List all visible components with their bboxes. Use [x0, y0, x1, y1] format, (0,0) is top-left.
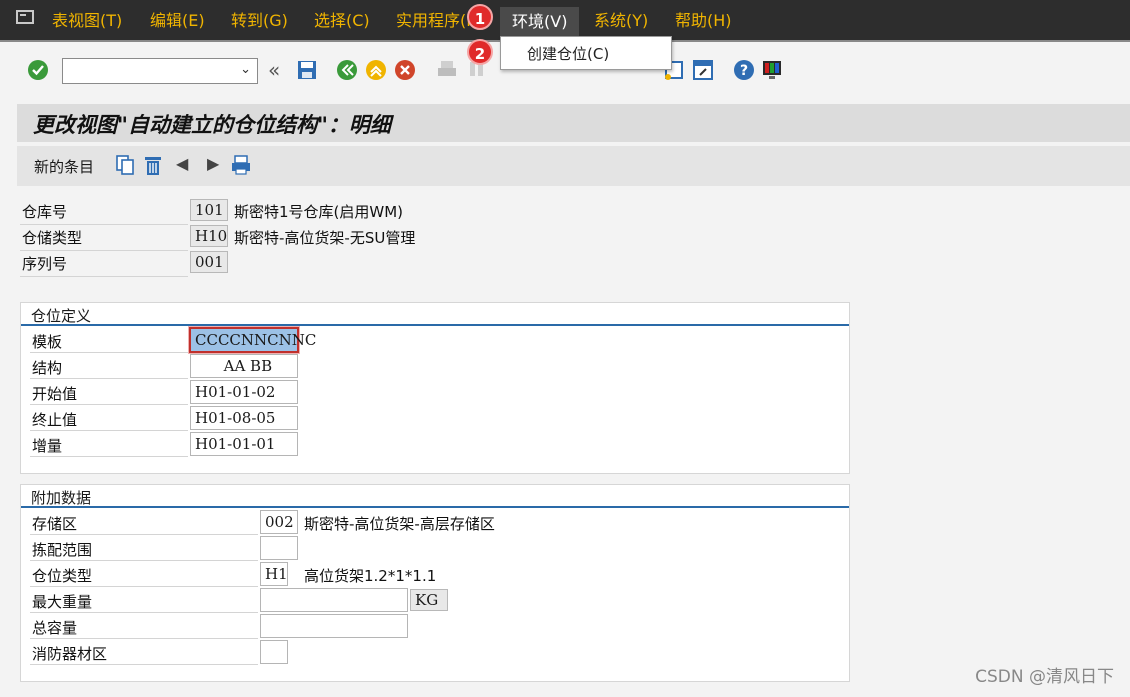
cancel-icon[interactable]: [394, 59, 416, 81]
new-entries-button[interactable]: 新的条目: [34, 156, 94, 177]
fire-area-label: 消防器材区: [32, 645, 108, 663]
storage-type-label: 仓储类型: [22, 229, 83, 247]
help-icon[interactable]: ?: [733, 59, 755, 81]
prev-icon[interactable]: ◀: [176, 154, 188, 173]
increment-input[interactable]: H01-01-01: [190, 432, 298, 456]
warehouse-desc: 斯密特1号仓库(启用WM): [234, 203, 404, 221]
max-weight-input[interactable]: [260, 588, 408, 612]
print-icon[interactable]: [436, 59, 458, 81]
command-field[interactable]: ⌄: [62, 58, 258, 84]
page-title: 更改视图"自动建立的仓位结构"：明细: [33, 112, 391, 137]
bin-type-label: 仓位类型: [32, 567, 93, 585]
environment-dropdown: 创建仓位(C): [500, 36, 672, 70]
svg-text:?: ?: [740, 63, 748, 79]
sequence-value: 001: [190, 251, 228, 273]
title-bar: 更改视图"自动建立的仓位结构"：明细: [17, 104, 1130, 142]
save-icon[interactable]: [296, 59, 318, 81]
next-icon[interactable]: ▶: [207, 154, 219, 173]
start-value-input[interactable]: H01-01-02: [190, 380, 298, 404]
layout-icon[interactable]: [761, 59, 783, 81]
storage-section-input[interactable]: 002: [260, 510, 298, 534]
bin-type-desc: 高位货架1.2*1*1.1: [304, 567, 437, 585]
menu-help[interactable]: 帮助(H): [675, 8, 732, 34]
template-label: 模板: [32, 333, 63, 351]
max-weight-unit: KG: [410, 589, 448, 611]
copy-icon[interactable]: [114, 154, 136, 176]
sequence-label: 序列号: [22, 255, 68, 273]
warehouse-value: 101: [190, 199, 228, 221]
delete-icon[interactable]: [142, 154, 164, 176]
chevron-down-icon[interactable]: ⌄: [240, 62, 251, 77]
max-weight-label: 最大重量: [32, 593, 93, 611]
step-badge-1: 1: [467, 4, 493, 30]
menu-environment[interactable]: 环境(V): [500, 7, 580, 37]
menu-table-view[interactable]: 表视图(T): [52, 8, 122, 34]
structure-input[interactable]: AA BB: [190, 354, 298, 378]
warehouse-label: 仓库号: [22, 203, 68, 221]
end-value-label: 终止值: [32, 411, 78, 429]
back-icon[interactable]: [336, 59, 358, 81]
menu-select[interactable]: 选择(C): [314, 8, 370, 34]
picking-area-input[interactable]: [260, 536, 298, 560]
storage-section-desc: 斯密特-高位货架-高层存储区: [304, 515, 495, 533]
end-value-input[interactable]: H01-08-05: [190, 406, 298, 430]
menu-system[interactable]: 系统(Y): [594, 8, 648, 34]
bin-definition-group: 仓位定义: [20, 302, 850, 474]
step-badge-2: 2: [467, 39, 493, 65]
total-capacity-input[interactable]: [260, 614, 408, 638]
template-input[interactable]: CCCCNNCNNC: [189, 327, 316, 353]
double-left-icon[interactable]: «: [268, 58, 280, 82]
additional-data-title: 附加数据: [31, 489, 92, 507]
shortcut-icon[interactable]: [692, 59, 714, 81]
total-capacity-label: 总容量: [32, 619, 78, 637]
bin-definition-title: 仓位定义: [31, 307, 92, 325]
sap-menu-icon[interactable]: [16, 10, 34, 24]
check-icon[interactable]: [27, 59, 49, 81]
exit-icon[interactable]: [365, 59, 387, 81]
picking-area-label: 拣配范围: [32, 541, 93, 559]
structure-label: 结构: [32, 359, 63, 377]
menu-goto[interactable]: 转到(G): [231, 8, 288, 34]
fire-area-input[interactable]: [260, 640, 288, 664]
bin-type-input[interactable]: H1: [260, 562, 288, 586]
watermark: CSDN @清风日下: [975, 667, 1114, 687]
storage-type-value: H10: [190, 225, 228, 247]
storage-section-label: 存储区: [32, 515, 78, 533]
storage-type-desc: 斯密特-高位货架-无SU管理: [234, 229, 416, 247]
start-value-label: 开始值: [32, 385, 78, 403]
print-icon[interactable]: [230, 154, 252, 176]
menu-item-create-bin[interactable]: 创建仓位(C): [527, 43, 609, 64]
increment-label: 增量: [32, 437, 63, 455]
menu-edit[interactable]: 编辑(E): [150, 8, 205, 34]
